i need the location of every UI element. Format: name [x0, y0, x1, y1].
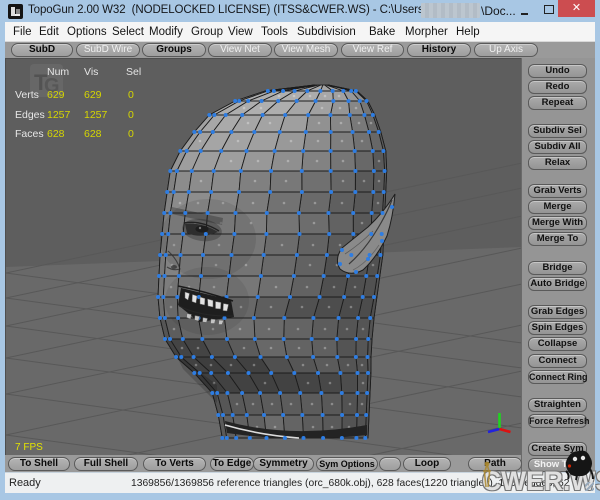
- svg-text:7 FPS: 7 FPS: [15, 442, 43, 453]
- svg-text:629: 629: [84, 89, 102, 101]
- svg-text:Faces: Faces: [15, 128, 44, 140]
- svg-text:628: 628: [47, 128, 65, 140]
- svg-text:1257: 1257: [47, 109, 71, 121]
- svg-text:Vis: Vis: [84, 66, 98, 78]
- svg-text:Verts: Verts: [15, 89, 39, 101]
- svg-text:0: 0: [128, 128, 134, 140]
- svg-text:628: 628: [84, 128, 102, 140]
- svg-text:Edges: Edges: [15, 109, 45, 121]
- svg-text:629: 629: [47, 89, 65, 101]
- svg-text:Sel: Sel: [126, 66, 141, 78]
- svg-text:0: 0: [128, 89, 134, 101]
- svg-text:Num: Num: [47, 66, 69, 78]
- svg-text:0: 0: [128, 109, 134, 121]
- svg-text:1257: 1257: [84, 109, 108, 121]
